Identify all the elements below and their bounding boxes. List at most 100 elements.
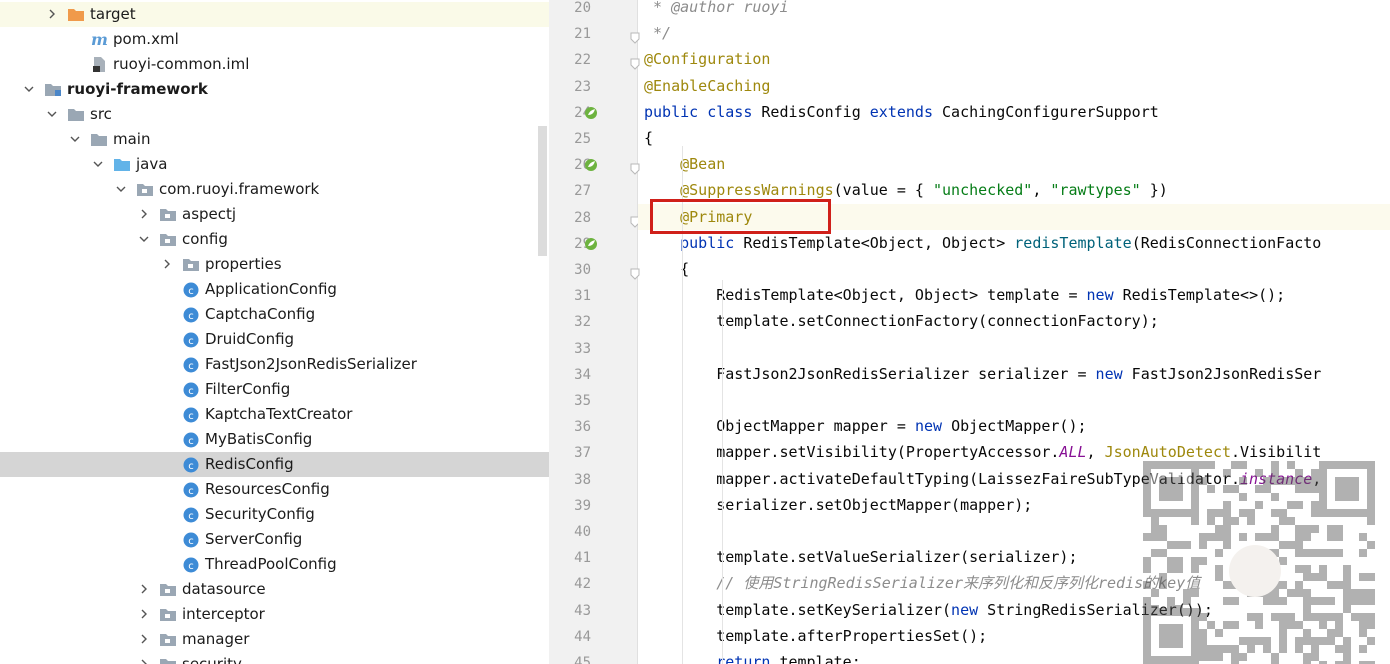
qr-module bbox=[1303, 653, 1311, 661]
spring-bean-gutter-icon[interactable] bbox=[583, 157, 599, 173]
qr-module bbox=[1231, 645, 1239, 653]
qr-module bbox=[1279, 637, 1287, 645]
tree-item-datasource[interactable]: datasource bbox=[0, 577, 549, 602]
expand-arrow-down-icon[interactable] bbox=[93, 159, 103, 169]
qr-module bbox=[1223, 533, 1231, 541]
qr-module bbox=[1191, 557, 1199, 565]
expand-arrow-right-icon[interactable] bbox=[139, 209, 149, 219]
expand-arrow-down-icon[interactable] bbox=[24, 84, 34, 94]
qr-module bbox=[1247, 613, 1255, 621]
package-icon bbox=[159, 581, 177, 598]
qr-module bbox=[1239, 461, 1247, 469]
expand-arrow-right-icon[interactable] bbox=[162, 259, 172, 269]
code-line[interactable]: FastJson2JsonRedisSerializer serializer … bbox=[638, 361, 1390, 387]
tree-item-pom-xml[interactable]: m pom.xml bbox=[0, 27, 549, 52]
qr-module bbox=[1215, 629, 1223, 637]
code-line[interactable]: @EnableCaching bbox=[638, 73, 1390, 99]
code-line[interactable]: * @author ruoyi bbox=[638, 0, 1390, 20]
code-line[interactable]: RedisTemplate<Object, Object> template =… bbox=[638, 282, 1390, 308]
tree-item-config[interactable]: config bbox=[0, 227, 549, 252]
code-line[interactable]: @Configuration bbox=[638, 46, 1390, 72]
expand-arrow-right-icon[interactable] bbox=[139, 609, 149, 619]
code-token: new bbox=[914, 417, 952, 436]
expand-arrow-down-icon[interactable] bbox=[47, 109, 57, 119]
spring-bean-gutter-icon[interactable] bbox=[583, 236, 599, 252]
qr-module bbox=[1255, 621, 1263, 629]
tree-item-label: RedisConfig bbox=[205, 455, 294, 473]
tree-item-target[interactable]: target bbox=[0, 2, 549, 27]
code-token: * bbox=[644, 0, 672, 16]
tree-item-interceptor[interactable]: interceptor bbox=[0, 602, 549, 627]
line-number: 28 bbox=[574, 209, 591, 226]
qr-module bbox=[1175, 565, 1183, 573]
code-line[interactable] bbox=[638, 335, 1390, 361]
spring-bean-gutter-icon[interactable] bbox=[583, 105, 599, 121]
qr-module bbox=[1143, 533, 1151, 541]
tree-item-com-ruoyi-framework[interactable]: com.ruoyi.framework bbox=[0, 177, 549, 202]
tree-item-resourcesconfig[interactable]: c ResourcesConfig bbox=[0, 477, 549, 502]
qr-module bbox=[1231, 517, 1239, 525]
code-line[interactable] bbox=[638, 387, 1390, 413]
tree-item-src[interactable]: src bbox=[0, 102, 549, 127]
folder-orange-icon bbox=[67, 6, 85, 23]
line-number: 27 bbox=[574, 183, 591, 200]
tree-item-druidconfig[interactable]: c DruidConfig bbox=[0, 327, 549, 352]
tree-item-securityconfig[interactable]: c SecurityConfig bbox=[0, 502, 549, 527]
tree-item-ruoyi-framework[interactable]: ruoyi-framework bbox=[0, 77, 549, 102]
expand-arrow-down-icon[interactable] bbox=[139, 234, 149, 244]
tree-item-applicationconfig[interactable]: c ApplicationConfig bbox=[0, 277, 549, 302]
expand-arrow-right-icon[interactable] bbox=[139, 584, 149, 594]
code-line[interactable]: */ bbox=[638, 20, 1390, 46]
qr-module bbox=[1223, 509, 1231, 517]
tree-item-manager[interactable]: manager bbox=[0, 627, 549, 652]
qr-module bbox=[1263, 637, 1271, 645]
expand-arrow-right-icon[interactable] bbox=[139, 634, 149, 644]
qr-module bbox=[1279, 621, 1287, 629]
expand-arrow-down-icon[interactable] bbox=[116, 184, 126, 194]
tree-item-threadpoolconfig[interactable]: c ThreadPoolConfig bbox=[0, 552, 549, 577]
tree-item-fastjson2jsonredisserializer[interactable]: c FastJson2JsonRedisSerializer bbox=[0, 352, 549, 377]
qr-module bbox=[1207, 517, 1215, 525]
tree-item-main[interactable]: main bbox=[0, 127, 549, 152]
expand-arrow-down-icon[interactable] bbox=[70, 134, 80, 144]
code-line[interactable]: public class RedisConfig extends Caching… bbox=[638, 99, 1390, 125]
tree-item-aspectj[interactable]: aspectj bbox=[0, 202, 549, 227]
tree-item-kaptchatextcreator[interactable]: c KaptchaTextCreator bbox=[0, 402, 549, 427]
qr-module bbox=[1327, 613, 1335, 621]
qr-module bbox=[1359, 621, 1367, 629]
tree-item-filterconfig[interactable]: c FilterConfig bbox=[0, 377, 549, 402]
qr-module bbox=[1239, 477, 1247, 485]
code-line[interactable]: ObjectMapper mapper = new ObjectMapper()… bbox=[638, 413, 1390, 439]
tree-item-captchaconfig[interactable]: c CaptchaConfig bbox=[0, 302, 549, 327]
code-token: }) bbox=[1140, 181, 1168, 200]
code-line[interactable]: { bbox=[638, 125, 1390, 151]
tree-item-serverconfig[interactable]: c ServerConfig bbox=[0, 527, 549, 552]
qr-module bbox=[1343, 589, 1351, 597]
tree-item-security[interactable]: security bbox=[0, 652, 549, 664]
package-icon bbox=[182, 256, 200, 273]
qr-module bbox=[1223, 621, 1231, 629]
qr-module bbox=[1295, 621, 1303, 629]
qr-center-logo bbox=[1229, 545, 1281, 597]
tree-item-label: ruoyi-common.iml bbox=[113, 55, 250, 73]
expand-arrow-right-icon[interactable] bbox=[47, 9, 57, 19]
qr-module bbox=[1319, 621, 1327, 629]
expand-arrow-right-icon[interactable] bbox=[139, 659, 149, 664]
code-line[interactable]: @Bean bbox=[638, 151, 1390, 177]
qr-module bbox=[1319, 573, 1327, 581]
code-text: template.setValueSerializer(serializer); bbox=[644, 547, 1077, 567]
svg-text:c: c bbox=[188, 411, 194, 422]
tree-item-ruoyi-common-iml[interactable]: ruoyi-common.iml bbox=[0, 52, 549, 77]
tree-item-properties[interactable]: properties bbox=[0, 252, 549, 277]
project-tree-scrollbar[interactable] bbox=[538, 126, 547, 256]
tree-item-java[interactable]: java bbox=[0, 152, 549, 177]
code-text: mapper.setVisibility(PropertyAccessor.AL… bbox=[644, 442, 1321, 462]
module-folder-icon bbox=[44, 81, 62, 98]
code-line[interactable]: template.setConnectionFactory(connection… bbox=[638, 308, 1390, 334]
qr-module bbox=[1351, 597, 1359, 605]
tree-item-mybatisconfig[interactable]: c MyBatisConfig bbox=[0, 427, 549, 452]
class-icon: c bbox=[182, 556, 200, 573]
tree-item-redisconfig[interactable]: c RedisConfig bbox=[0, 452, 549, 477]
code-line[interactable]: { bbox=[638, 256, 1390, 282]
code-token: @author bbox=[671, 0, 735, 16]
